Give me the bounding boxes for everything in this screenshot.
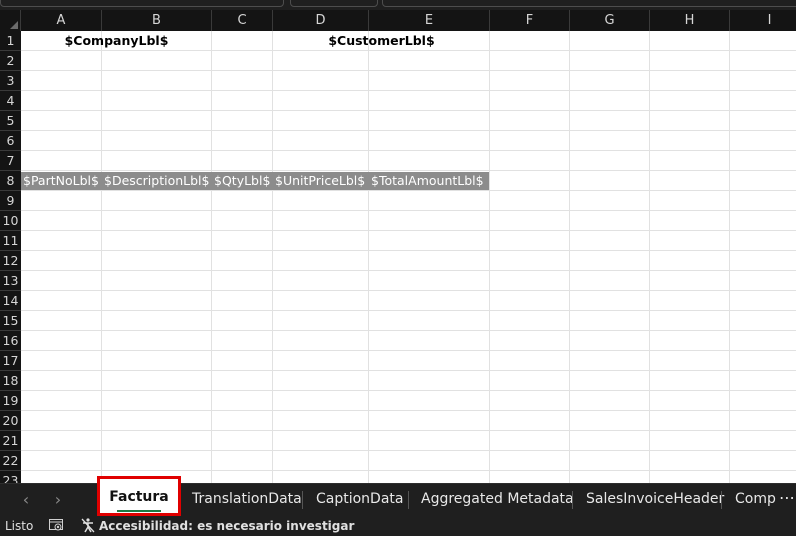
cell-a8[interactable]: $PartNoLbl$ bbox=[21, 171, 99, 191]
grid-row-line bbox=[21, 310, 796, 311]
sheet-tab-factura-label: Factura bbox=[109, 489, 169, 505]
formula-bar-edge bbox=[382, 0, 796, 7]
ribbon-edge bbox=[0, 0, 796, 10]
grid-row-line bbox=[21, 270, 796, 271]
grid-row-line bbox=[21, 470, 796, 471]
prev-sheet-chevron-left-icon[interactable]: ‹ bbox=[14, 488, 38, 512]
active-tab-underline bbox=[117, 510, 161, 512]
grid-row-line bbox=[21, 110, 796, 111]
grid-row-line bbox=[21, 410, 796, 411]
column-header-bar: A B C D E F G H I bbox=[0, 10, 796, 32]
column-header-g[interactable]: G bbox=[570, 10, 650, 31]
grid-column-line bbox=[489, 31, 490, 483]
sheet-tab-comp[interactable]: Comp bbox=[725, 484, 781, 515]
grid-row-line bbox=[21, 390, 796, 391]
cell-a1[interactable]: $CompanyLbl$ bbox=[21, 31, 212, 51]
row-header-1[interactable]: 1 bbox=[0, 31, 21, 51]
row-header-3[interactable]: 3 bbox=[0, 71, 21, 91]
worksheet-grid[interactable]: $CompanyLbl$ $CustomerLbl$ $PartNoLbl$ $… bbox=[21, 31, 796, 483]
grid-row-line bbox=[21, 150, 796, 151]
column-header-i[interactable]: I bbox=[730, 10, 796, 31]
cell-d8[interactable]: $UnitPriceLbl$ bbox=[273, 171, 365, 191]
row-header-10[interactable]: 10 bbox=[0, 211, 21, 231]
cell-c8[interactable]: $QtyLbl$ bbox=[212, 171, 270, 191]
tab-separator bbox=[572, 491, 573, 509]
grid-row-line bbox=[21, 370, 796, 371]
grid-row-line bbox=[21, 210, 796, 211]
grid-row-line bbox=[21, 190, 796, 191]
cell-e8[interactable]: $TotalAmountLbl$ bbox=[369, 171, 484, 191]
grid-row-line bbox=[21, 430, 796, 431]
column-header-b[interactable]: B bbox=[102, 10, 212, 31]
row-header-18[interactable]: 18 bbox=[0, 371, 21, 391]
column-header-c[interactable]: C bbox=[212, 10, 273, 31]
row-header-14[interactable]: 14 bbox=[0, 291, 21, 311]
row-header-5[interactable]: 5 bbox=[0, 111, 21, 131]
row-header-21[interactable]: 21 bbox=[0, 431, 21, 451]
macro-recording-icon[interactable] bbox=[49, 519, 63, 532]
tab-separator bbox=[302, 491, 303, 509]
sheet-tab-translationdata[interactable]: TranslationData bbox=[182, 484, 312, 515]
row-header-bar: 1 2 3 4 5 6 7 8 9 10 11 12 13 14 15 16 17 18 19 20 21 22 23 bbox=[0, 31, 22, 483]
row-header-6[interactable]: 6 bbox=[0, 131, 21, 151]
grid-column-line bbox=[101, 31, 102, 483]
grid-row-line bbox=[21, 290, 796, 291]
sheet-tab-captiondata[interactable]: CaptionData bbox=[306, 484, 414, 515]
grid-row-line bbox=[21, 70, 796, 71]
column-header-d[interactable]: D bbox=[273, 10, 369, 31]
grid-row-line bbox=[21, 90, 796, 91]
row-header-4[interactable]: 4 bbox=[0, 91, 21, 111]
name-box-edge bbox=[0, 0, 284, 7]
row-header-9[interactable]: 9 bbox=[0, 191, 21, 211]
select-all-triangle-icon bbox=[10, 21, 18, 29]
accessibility-status-text[interactable]: Accesibilidad: es necesario investigar bbox=[99, 519, 354, 533]
grid-column-line bbox=[649, 31, 650, 483]
tab-separator bbox=[408, 491, 409, 509]
accessibility-person-icon[interactable] bbox=[81, 518, 95, 533]
grid-column-line bbox=[272, 31, 273, 483]
status-bar: Listo Accesibilidad: es necesario invest… bbox=[0, 516, 796, 536]
row-header-23[interactable]: 23 bbox=[0, 471, 21, 483]
column-header-f[interactable]: F bbox=[490, 10, 570, 31]
formula-controls-edge bbox=[290, 0, 378, 7]
select-all-button[interactable] bbox=[0, 10, 21, 31]
row-header-16[interactable]: 16 bbox=[0, 331, 21, 351]
cell-b8[interactable]: $DescriptionLbl$ bbox=[102, 171, 209, 191]
grid-row-line bbox=[21, 450, 796, 451]
grid-row-line bbox=[21, 330, 796, 331]
grid-row-line bbox=[21, 130, 796, 131]
status-ready-text: Listo bbox=[5, 519, 34, 533]
grid-column-line bbox=[729, 31, 730, 483]
column-header-e[interactable]: E bbox=[369, 10, 490, 31]
grid-row-line bbox=[21, 50, 796, 51]
more-sheets-ellipsis-icon[interactable]: ⋯ bbox=[779, 484, 795, 515]
row-header-22[interactable]: 22 bbox=[0, 451, 21, 471]
grid-row-line bbox=[21, 230, 796, 231]
column-header-h[interactable]: H bbox=[650, 10, 730, 31]
next-sheet-chevron-right-icon[interactable]: › bbox=[46, 488, 70, 512]
row-header-17[interactable]: 17 bbox=[0, 351, 21, 371]
grid-column-line bbox=[569, 31, 570, 483]
row-header-8[interactable]: 8 bbox=[0, 171, 21, 191]
sheet-tab-salesinvoiceheader[interactable]: SalesInvoiceHeader bbox=[576, 484, 734, 515]
cell-d1[interactable]: $CustomerLbl$ bbox=[273, 31, 490, 51]
sheet-tab-factura[interactable]: Factura bbox=[97, 476, 181, 516]
grid-row-line bbox=[21, 350, 796, 351]
grid-column-line bbox=[211, 31, 212, 483]
grid-row-line bbox=[21, 250, 796, 251]
sheet-tab-aggregated-metadata[interactable]: Aggregated Metadata bbox=[411, 484, 584, 515]
row-header-2[interactable]: 2 bbox=[0, 51, 21, 71]
row-header-15[interactable]: 15 bbox=[0, 311, 21, 331]
sheet-tab-bar: ‹ › Factura TranslationData CaptionData … bbox=[0, 476, 796, 516]
grid-column-line bbox=[368, 31, 369, 483]
row-header-19[interactable]: 19 bbox=[0, 391, 21, 411]
row-header-7[interactable]: 7 bbox=[0, 151, 21, 171]
row-header-13[interactable]: 13 bbox=[0, 271, 21, 291]
tab-separator bbox=[721, 491, 722, 509]
grid-row-line bbox=[21, 170, 796, 171]
column-header-a[interactable]: A bbox=[21, 10, 102, 31]
row-header-11[interactable]: 11 bbox=[0, 231, 21, 251]
row-header-12[interactable]: 12 bbox=[0, 251, 21, 271]
row-header-20[interactable]: 20 bbox=[0, 411, 21, 431]
